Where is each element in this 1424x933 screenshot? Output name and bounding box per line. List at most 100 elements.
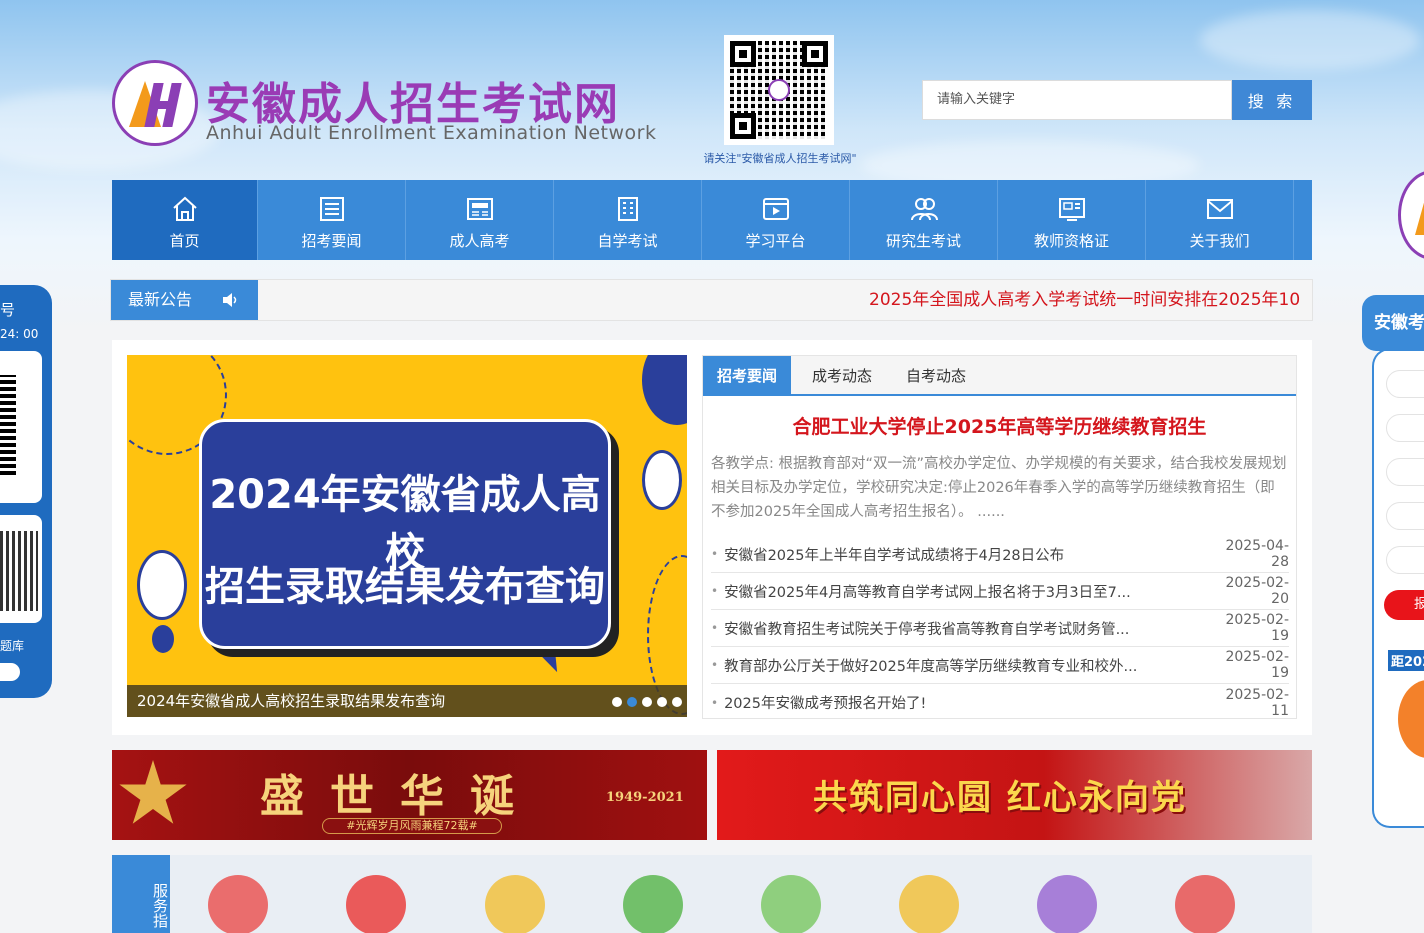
countdown-badge [1398, 680, 1424, 758]
nav-item-home[interactable]: 首页 [112, 180, 258, 260]
right-panel-title: 安徽考 [1362, 295, 1424, 351]
site-logo[interactable]: 安徽成人招生考试网 Anhui Adult Enrollment Examina… [112, 60, 656, 150]
search-bar: 请输入关键字 搜 索 [922, 80, 1312, 120]
bullet-icon: • [711, 695, 719, 710]
nav-label: 教师资格证 [1033, 232, 1109, 250]
qr-code [0, 375, 16, 475]
right-panel-item[interactable] [1386, 502, 1424, 530]
news-item[interactable]: • 教育部办公厅关于做好2025年度高等学历继续教育专业和校外... 2025-… [711, 647, 1289, 684]
news-panel: 招考要闻 成考动态 自考动态 合肥工业大学停止2025年高等学历继续教育招生 各… [702, 355, 1297, 719]
left-float-button[interactable] [0, 663, 20, 681]
site-subtitle: Anhui Adult Enrollment Examination Netwo… [206, 122, 657, 144]
headline-news[interactable]: 合肥工业大学停止2025年高等学历继续教育招生 [703, 412, 1296, 439]
news-item[interactable]: • 安徽省2025年4月高等教育自学考试网上报名将于3月3日至7... 2025… [711, 573, 1289, 610]
news-title[interactable]: 安徽省2025年4月高等教育自学考试网上报名将于3月3日至7... [724, 581, 1209, 602]
announcement-text[interactable]: 2025年全国成人高考入学考试统一时间安排在2025年10 [869, 280, 1314, 320]
users-icon [910, 198, 938, 221]
announcement-bar: 最新公告 2025年全国成人高考入学考试统一时间安排在2025年10 [110, 279, 1313, 321]
nav-item-news[interactable]: 招考要闻 [258, 180, 406, 260]
search-input[interactable]: 请输入关键字 [922, 80, 1232, 120]
banner-party[interactable]: 共筑同心圆 红心永向党 [717, 750, 1312, 840]
search-doc-icon[interactable] [1037, 875, 1097, 933]
layers-icon[interactable] [346, 875, 406, 933]
right-logo-icon [1398, 170, 1424, 260]
nav-label: 首页 [169, 232, 200, 250]
right-panel-item[interactable] [1386, 370, 1424, 398]
banner-title: 盛世华诞 [260, 771, 540, 822]
user-service-icon[interactable] [208, 875, 268, 933]
printer-icon[interactable] [623, 875, 683, 933]
nav-item-self-study[interactable]: 自学考试 [554, 180, 702, 260]
left-float-panel: 号 24: 00 我们 题库 [0, 285, 52, 698]
tab-self-study-news[interactable]: 自考动态 [906, 356, 966, 396]
nav-item-learning[interactable]: 学习平台 [702, 180, 850, 260]
bullet-icon: • [711, 584, 719, 598]
list-icon [319, 197, 344, 221]
home-icon [172, 196, 197, 221]
speaker-icon [223, 293, 237, 307]
qr-code [0, 531, 38, 611]
news-icon [466, 198, 493, 220]
news-title[interactable]: 安徽省教育招生考试院关于停考我省高等教育自学考试财务管... [724, 618, 1209, 639]
news-list: • 安徽省2025年上半年自学考试成绩将于4月28日公布 2025-04-28 … [711, 536, 1289, 721]
search-button[interactable]: 搜 索 [1232, 80, 1312, 120]
video-course-icon[interactable] [485, 875, 545, 933]
left-qr-card-2 [0, 515, 42, 623]
nav-item-graduate[interactable]: 研究生考试 [850, 180, 998, 260]
slide-caption[interactable]: 2024年安徽省成人高校招生录取结果发布查询 [127, 685, 687, 717]
page: 安徽成人招生考试网 Anhui Adult Enrollment Examina… [0, 0, 1424, 933]
folder-icon[interactable] [899, 875, 959, 933]
score-search-icon[interactable] [761, 875, 821, 933]
image-slider[interactable]: 2024年安徽省成人高校 招生录取结果发布查询 2024年安徽省成人高校招生录取… [127, 355, 687, 717]
tab-adult-exam-news[interactable]: 成考动态 [812, 356, 872, 396]
nav-item-teacher-cert[interactable]: 教师资格证 [998, 180, 1146, 260]
question-bank-label[interactable]: 题库 [0, 637, 24, 654]
main-nav: 首页 招考要闻 成人高考 自学考试 学习平台 研究生考试 教师资格证 关于我们 [112, 180, 1312, 260]
right-panel-body: 报 距202 [1372, 348, 1424, 828]
nav-label: 成人高考 [449, 232, 510, 250]
graduation-icon[interactable] [1175, 875, 1235, 933]
news-item[interactable]: • 安徽省教育招生考试院关于停考我省高等教育自学考试财务管... 2025-02… [711, 610, 1289, 647]
featured-section: 2024年安徽省成人高校 招生录取结果发布查询 2024年安徽省成人高校招生录取… [112, 340, 1312, 735]
right-panel-item[interactable] [1386, 458, 1424, 486]
slider-dot[interactable] [642, 697, 652, 707]
news-date: 2025-02-19 [1225, 612, 1289, 644]
slider-dot-active[interactable] [627, 697, 637, 707]
right-panel-item[interactable] [1386, 414, 1424, 442]
banner-anniversary[interactable]: 盛世华诞 1949-2021 #光辉岁月风雨兼程72载# [112, 750, 707, 840]
qr-logo-icon [768, 79, 790, 101]
slider-dot[interactable] [612, 697, 622, 707]
news-title[interactable]: 2025年安徽成考预报名开始了! [724, 692, 1209, 713]
slide-speech-bubble: 2024年安徽省成人高校 招生录取结果发布查询 [199, 419, 611, 649]
nav-label: 关于我们 [1189, 232, 1250, 250]
right-register-button[interactable]: 报 [1384, 590, 1424, 620]
headline-summary: 各教学点: 根据教育部对“双一流”高校办学定位、办学规模的有关要求，结合我校发展… [711, 456, 1287, 520]
right-panel-item[interactable] [1386, 546, 1424, 574]
news-item[interactable]: • 安徽省2025年上半年自学考试成绩将于4月28日公布 2025-04-28 [711, 536, 1289, 573]
tab-news[interactable]: 招考要闻 [703, 356, 792, 396]
video-icon [762, 198, 789, 220]
news-title[interactable]: 教育部办公厅关于做好2025年度高等学历继续教育专业和校外... [724, 655, 1209, 676]
decor-circle [642, 450, 682, 510]
decor-circle [642, 355, 687, 425]
nav-item-about[interactable]: 关于我们 [1146, 180, 1294, 260]
nav-label: 研究生考试 [885, 232, 961, 250]
building-icon [617, 197, 638, 221]
news-tabs: 招考要闻 成考动态 自考动态 [703, 356, 1296, 396]
banner-title: 共筑同心圆 红心永向党 [813, 778, 1187, 818]
slider-dot[interactable] [672, 697, 682, 707]
news-title[interactable]: 安徽省2025年上半年自学考试成绩将于4月28日公布 [724, 544, 1209, 565]
bullet-icon: • [711, 547, 719, 561]
nav-item-adult-exam[interactable]: 成人高考 [406, 180, 554, 260]
news-item[interactable]: • 2025年安徽成考预报名开始了! 2025-02-11 [711, 684, 1289, 721]
left-float-title: 号 [0, 301, 16, 319]
news-date: 2025-02-11 [1225, 686, 1289, 719]
decor-circle [137, 550, 187, 620]
bullet-icon: • [711, 658, 719, 672]
right-float-panel: 报 距202 安徽考 [1362, 170, 1424, 830]
slider-dot[interactable] [657, 697, 667, 707]
countdown-label: 距202 [1388, 650, 1424, 671]
nav-label: 招考要闻 [301, 232, 362, 250]
certificate-icon [1058, 198, 1085, 221]
decor-circle [152, 625, 174, 653]
